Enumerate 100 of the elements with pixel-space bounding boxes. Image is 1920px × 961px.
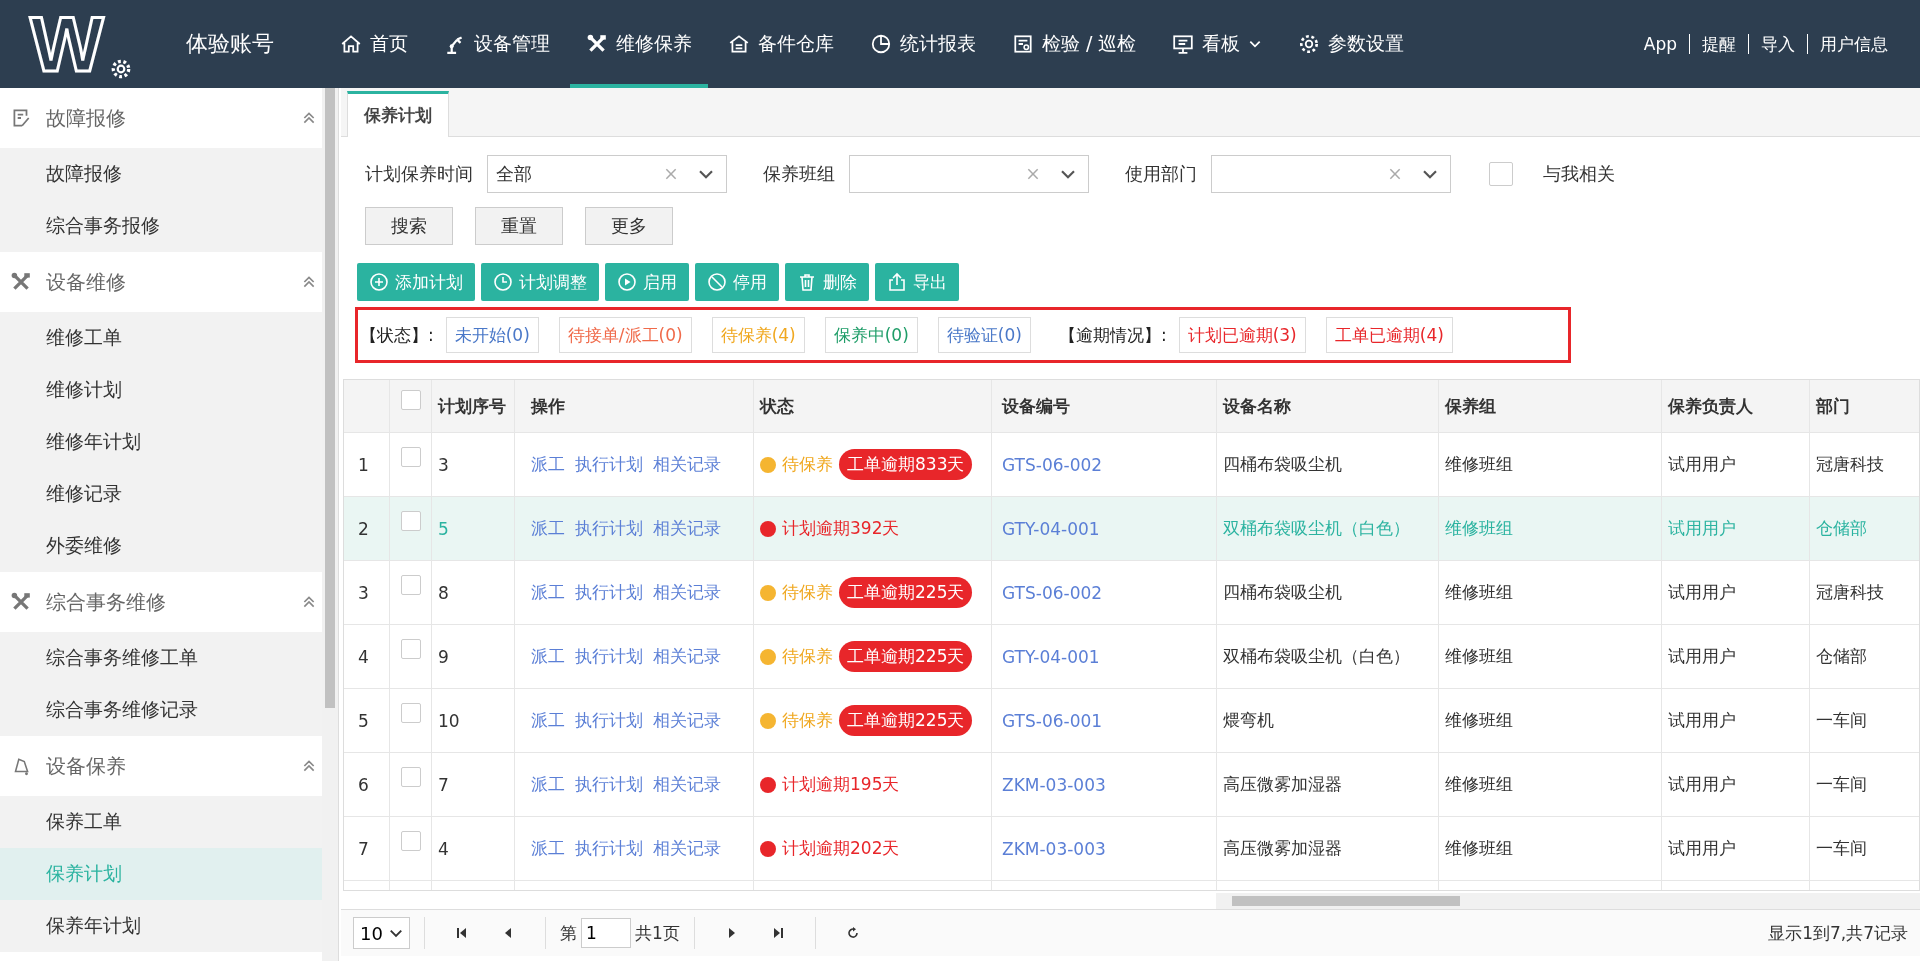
header-link[interactable]: 提醒	[1690, 32, 1748, 56]
overdue-chip[interactable]: 工单已逾期(4)	[1325, 317, 1453, 353]
row-action-link[interactable]: 执行计划	[575, 517, 643, 540]
row-action-link[interactable]: 执行计划	[575, 645, 643, 668]
nav-tab[interactable]: 检验 / 巡检	[996, 0, 1153, 88]
horizontal-scrollbar[interactable]	[1216, 893, 1920, 909]
overdue-chip[interactable]: 计划已逾期(3)	[1178, 317, 1306, 353]
table-cell: 维修班组	[1439, 625, 1662, 688]
row-action-link[interactable]: 派工	[531, 773, 565, 796]
table-row[interactable]: 7 4 派工 执行计划 相关记录 计划逾期202天 ZKM-03-003 高压微雾加湿器 维修班组 试用用户 一车间	[344, 817, 1919, 881]
table-cell: 4	[432, 817, 515, 880]
nav-tab[interactable]: 看板	[1156, 0, 1279, 88]
sidebar-item[interactable]: 外委维修	[0, 520, 322, 572]
checkbox[interactable]	[1489, 162, 1513, 186]
row-action-link[interactable]: 派工	[531, 517, 565, 540]
nav-tab[interactable]: 统计报表	[854, 0, 992, 88]
column-header[interactable]: 保养组	[1439, 380, 1662, 432]
form-button[interactable]: 重置	[475, 207, 563, 245]
tab[interactable]: 保养计划	[347, 91, 449, 137]
column-header[interactable]: 计划序号	[432, 380, 515, 432]
row-checkbox[interactable]	[400, 511, 421, 531]
header-link[interactable]: 导入	[1749, 32, 1807, 56]
page-input[interactable]: 1	[580, 918, 631, 948]
status-chip[interactable]: 待接单/派工(0)	[558, 317, 692, 353]
row-checkbox[interactable]	[400, 767, 421, 787]
form-button[interactable]: 更多	[585, 207, 673, 245]
nav-tab[interactable]: 备件仓库	[712, 0, 850, 88]
first-page-icon[interactable]	[454, 926, 469, 940]
column-header[interactable]: 操作	[515, 380, 754, 432]
header-link[interactable]: 用户信息	[1808, 32, 1900, 56]
column-header[interactable]: 状态	[754, 380, 992, 432]
sidebar-item[interactable]: 故障报修	[0, 148, 322, 200]
row-action-link[interactable]: 派工	[531, 709, 565, 732]
row-checkbox[interactable]	[400, 831, 421, 851]
device-code-link[interactable]: ZKM-03-003	[1002, 774, 1106, 795]
device-code-link[interactable]: GTS-06-002	[1002, 582, 1103, 603]
table-cell: 双桶布袋吸尘机（白色）	[1217, 497, 1439, 560]
table-row[interactable]: 4 9 派工 执行计划 相关记录 待保养 工单逾期225天 GTY-04-001 双桶布袋吸尘机（白色） 维修班组 试用用户 仓储部	[344, 625, 1919, 689]
row-action-link[interactable]: 相关记录	[653, 645, 721, 668]
select-field[interactable]	[849, 155, 1089, 193]
table-row[interactable]: 6 7 派工 执行计划 相关记录 计划逾期195天 ZKM-03-003 高压微雾加湿器 维修班组 试用用户 一车间	[344, 753, 1919, 817]
sidebar-item[interactable]: 维修年计划	[0, 416, 322, 468]
refresh-icon[interactable]	[845, 926, 860, 940]
row-action-link[interactable]: 执行计划	[575, 837, 643, 860]
row-action-link[interactable]: 执行计划	[575, 581, 643, 604]
device-code-link[interactable]: GTY-04-001	[1002, 518, 1100, 539]
row-checkbox[interactable]	[400, 639, 421, 659]
nav-tab[interactable]: 参数设置	[1282, 0, 1421, 88]
row-action-link[interactable]: 相关记录	[653, 773, 721, 796]
warehouse-icon	[728, 33, 750, 55]
row-action-link[interactable]: 派工	[531, 453, 565, 476]
select-field[interactable]: 全部	[487, 155, 727, 193]
sidebar-item[interactable]: 综合事务报修	[0, 200, 322, 252]
row-action-link[interactable]: 派工	[531, 581, 565, 604]
sidebar-item[interactable]: 维修记录	[0, 468, 322, 520]
row-action-link[interactable]: 派工	[531, 645, 565, 668]
row-checkbox[interactable]	[400, 703, 421, 723]
column-header[interactable]: 设备名称	[1217, 380, 1439, 432]
scrollbar[interactable]	[322, 88, 338, 961]
status-chip[interactable]: 待验证(0)	[937, 317, 1031, 353]
page-size-select[interactable]: 10	[353, 917, 410, 949]
form-button[interactable]: 搜索	[365, 207, 453, 245]
sidebar-item[interactable]: 维修工单	[0, 312, 322, 364]
add-icon	[369, 272, 389, 292]
sidebar-item[interactable]: 保养年计划	[0, 900, 322, 952]
column-header[interactable]: 设备编号	[992, 380, 1217, 432]
table-cell: 3	[432, 433, 515, 496]
table-row[interactable]: 5 10 派工 执行计划 相关记录 待保养 工单逾期225天 GTS-06-001 煨弯机 维修班组 试用用户 一车间	[344, 689, 1919, 753]
row-checkbox[interactable]	[400, 447, 421, 467]
row-action-link[interactable]: 相关记录	[653, 581, 721, 604]
sidebar-item[interactable]: 综合事务维修工单	[0, 632, 322, 684]
sidebar-item[interactable]: 保养工单	[0, 796, 322, 848]
column-header[interactable]: 部门	[1810, 380, 1919, 432]
row-action-link[interactable]: 相关记录	[653, 709, 721, 732]
header-link[interactable]: App	[1631, 34, 1689, 54]
device-code-link[interactable]: GTS-06-002	[1002, 454, 1103, 475]
status-chip[interactable]: 未开始(0)	[445, 317, 539, 353]
select-field[interactable]	[1211, 155, 1451, 193]
row-action-link[interactable]: 相关记录	[653, 453, 721, 476]
status-chip[interactable]: 保养中(0)	[824, 317, 918, 353]
column-header[interactable]: 保养负责人	[1662, 380, 1810, 432]
trash-icon	[797, 272, 817, 292]
row-action-link[interactable]: 执行计划	[575, 453, 643, 476]
row-action-link[interactable]: 执行计划	[575, 773, 643, 796]
table-cell: 试用用户	[1662, 433, 1810, 496]
row-action-link[interactable]: 相关记录	[653, 517, 721, 540]
table-row[interactable]: 3 8 派工 执行计划 相关记录 待保养 工单逾期225天 GTS-06-002 四桶布袋吸尘机 维修班组 试用用户 冠唐科技	[344, 561, 1919, 625]
device-code-link[interactable]: ZKM-03-003	[1002, 838, 1106, 859]
nav-tab[interactable]: 设备管理	[428, 0, 566, 88]
row-checkbox[interactable]	[400, 575, 421, 595]
row-action-link[interactable]: 相关记录	[653, 837, 721, 860]
nav-tab[interactable]: 首页	[324, 0, 424, 88]
select-all-checkbox[interactable]	[400, 390, 421, 410]
sidebar-item[interactable]: 维修计划	[0, 364, 322, 416]
device-code-link[interactable]: GTS-06-001	[1002, 710, 1103, 731]
row-action-link[interactable]: 派工	[531, 837, 565, 860]
table-row[interactable]: 2 5 派工 执行计划 相关记录 计划逾期392天 GTY-04-001 双桶布袋吸尘机（白色） 维修班组 试用用户 仓储部	[344, 497, 1919, 561]
sidebar-item[interactable]: 综合事务维修记录	[0, 684, 322, 736]
device-code-link[interactable]: GTY-04-001	[1002, 646, 1100, 667]
row-action-link[interactable]: 执行计划	[575, 709, 643, 732]
